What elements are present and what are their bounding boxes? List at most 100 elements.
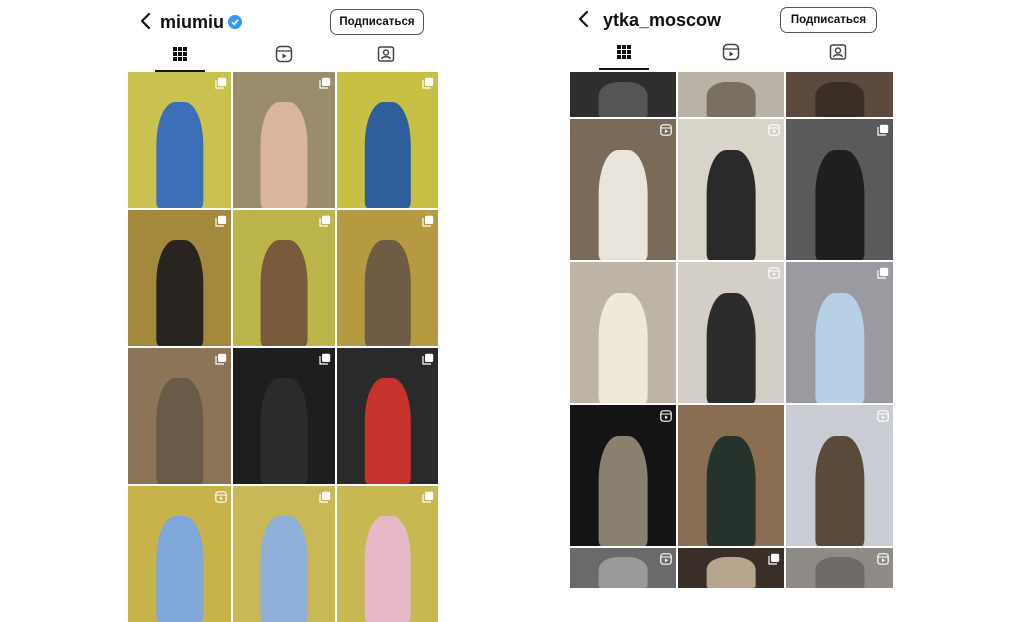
left-follow-button[interactable]: Подписаться [330,9,424,35]
post-thumbnail-subject [814,81,865,117]
reel-badge-icon [215,490,227,503]
carousel-badge-icon [215,214,227,227]
carousel-badge-icon [319,76,331,89]
left-tab-tagged[interactable] [356,40,416,72]
posts-grid-icon [172,46,188,67]
right-post-tile[interactable] [678,72,784,117]
post-thumbnail-subject [598,436,648,546]
reel-badge-icon [768,123,780,136]
right-tab-tagged[interactable] [808,38,868,70]
carousel-badge-icon [319,214,331,227]
post-thumbnail-subject [598,81,648,117]
left-post-tile[interactable] [128,486,231,622]
right-profile-header: ytka_moscow Подписаться [570,0,894,40]
left-profile-tabs [128,40,440,72]
reel-badge-icon [660,552,672,565]
right-tab-reels[interactable] [701,38,761,70]
reel-badge-icon [660,123,672,136]
reel-badge-icon [877,552,889,565]
right-post-tile[interactable] [786,119,893,260]
left-tab-posts[interactable] [150,40,210,72]
left-post-tile[interactable] [337,486,438,622]
tagged-icon [377,45,395,68]
post-thumbnail-subject [814,150,865,260]
right-post-tile[interactable] [570,548,676,588]
carousel-badge-icon [768,552,780,565]
right-post-tile[interactable] [678,405,784,546]
left-post-tile[interactable] [337,210,438,346]
post-thumbnail-subject [364,239,411,346]
right-post-grid [570,72,894,588]
carousel-badge-icon [215,76,227,89]
reel-badge-icon [768,266,780,279]
post-thumbnail-subject [260,101,308,208]
carousel-badge-icon [877,266,889,279]
right-post-tile[interactable] [786,548,893,588]
post-thumbnail-subject [260,239,308,346]
left-post-tile[interactable] [337,72,438,208]
back-arrow-icon[interactable] [136,11,156,31]
left-post-tile[interactable] [337,348,438,484]
left-post-tile[interactable] [128,348,231,484]
left-post-tile[interactable] [233,210,335,346]
left-post-tile[interactable] [128,72,231,208]
carousel-badge-icon [422,76,434,89]
reel-badge-icon [877,409,889,422]
right-tab-posts[interactable] [594,38,654,70]
post-thumbnail-subject [706,436,756,546]
right-follow-button[interactable]: Подписаться [780,7,877,33]
post-thumbnail-subject [706,293,756,403]
reels-icon [275,45,293,68]
left-post-tile[interactable] [128,210,231,346]
post-thumbnail-subject [364,377,411,484]
right-profile-tabs [570,38,894,70]
left-tab-reels[interactable] [254,40,314,72]
right-post-tile[interactable] [678,119,784,260]
posts-grid-icon [616,44,632,65]
post-thumbnail-subject [260,377,308,484]
post-thumbnail-subject [598,293,648,403]
verified-badge-icon [228,15,243,29]
reel-badge-icon [660,409,672,422]
carousel-badge-icon [877,123,889,136]
left-post-grid [128,72,438,622]
left-post-tile[interactable] [233,486,335,622]
left-post-tile[interactable] [233,348,335,484]
right-post-tile[interactable] [570,405,676,546]
right-post-tile[interactable] [570,72,676,117]
left-username: miumiu [160,12,243,33]
right-username-text: ytka_moscow [603,10,722,30]
right-post-tile[interactable] [678,548,784,588]
post-thumbnail-subject [155,515,204,622]
right-post-tile[interactable] [786,72,893,117]
post-thumbnail-subject [155,377,204,484]
right-post-tile[interactable] [678,262,784,403]
right-post-tile[interactable] [570,119,676,260]
post-thumbnail-subject [814,436,865,546]
post-thumbnail-subject [706,556,756,588]
carousel-badge-icon [422,490,434,503]
reels-icon [722,43,740,66]
left-post-tile[interactable] [233,72,335,208]
right-post-tile[interactable] [786,405,893,546]
carousel-badge-icon [215,352,227,365]
post-thumbnail-subject [598,556,648,588]
right-username: ytka_moscow [603,10,721,31]
post-thumbnail-subject [260,515,308,622]
tagged-icon [829,43,847,66]
carousel-badge-icon [422,352,434,365]
right-profile-panel: ytka_moscow Подписаться [570,0,894,588]
post-thumbnail-subject [155,101,204,208]
carousel-badge-icon [422,214,434,227]
post-thumbnail-subject [364,515,411,622]
post-thumbnail-subject [706,150,756,260]
left-username-text: miumiu [160,12,225,32]
right-post-tile[interactable] [570,262,676,403]
carousel-badge-icon [319,490,331,503]
back-arrow-icon[interactable] [574,9,594,29]
post-thumbnail-subject [814,556,865,588]
right-post-tile[interactable] [786,262,893,403]
post-thumbnail-subject [364,101,411,208]
left-profile-header: miumiu Подписаться [128,0,440,40]
carousel-badge-icon [319,352,331,365]
